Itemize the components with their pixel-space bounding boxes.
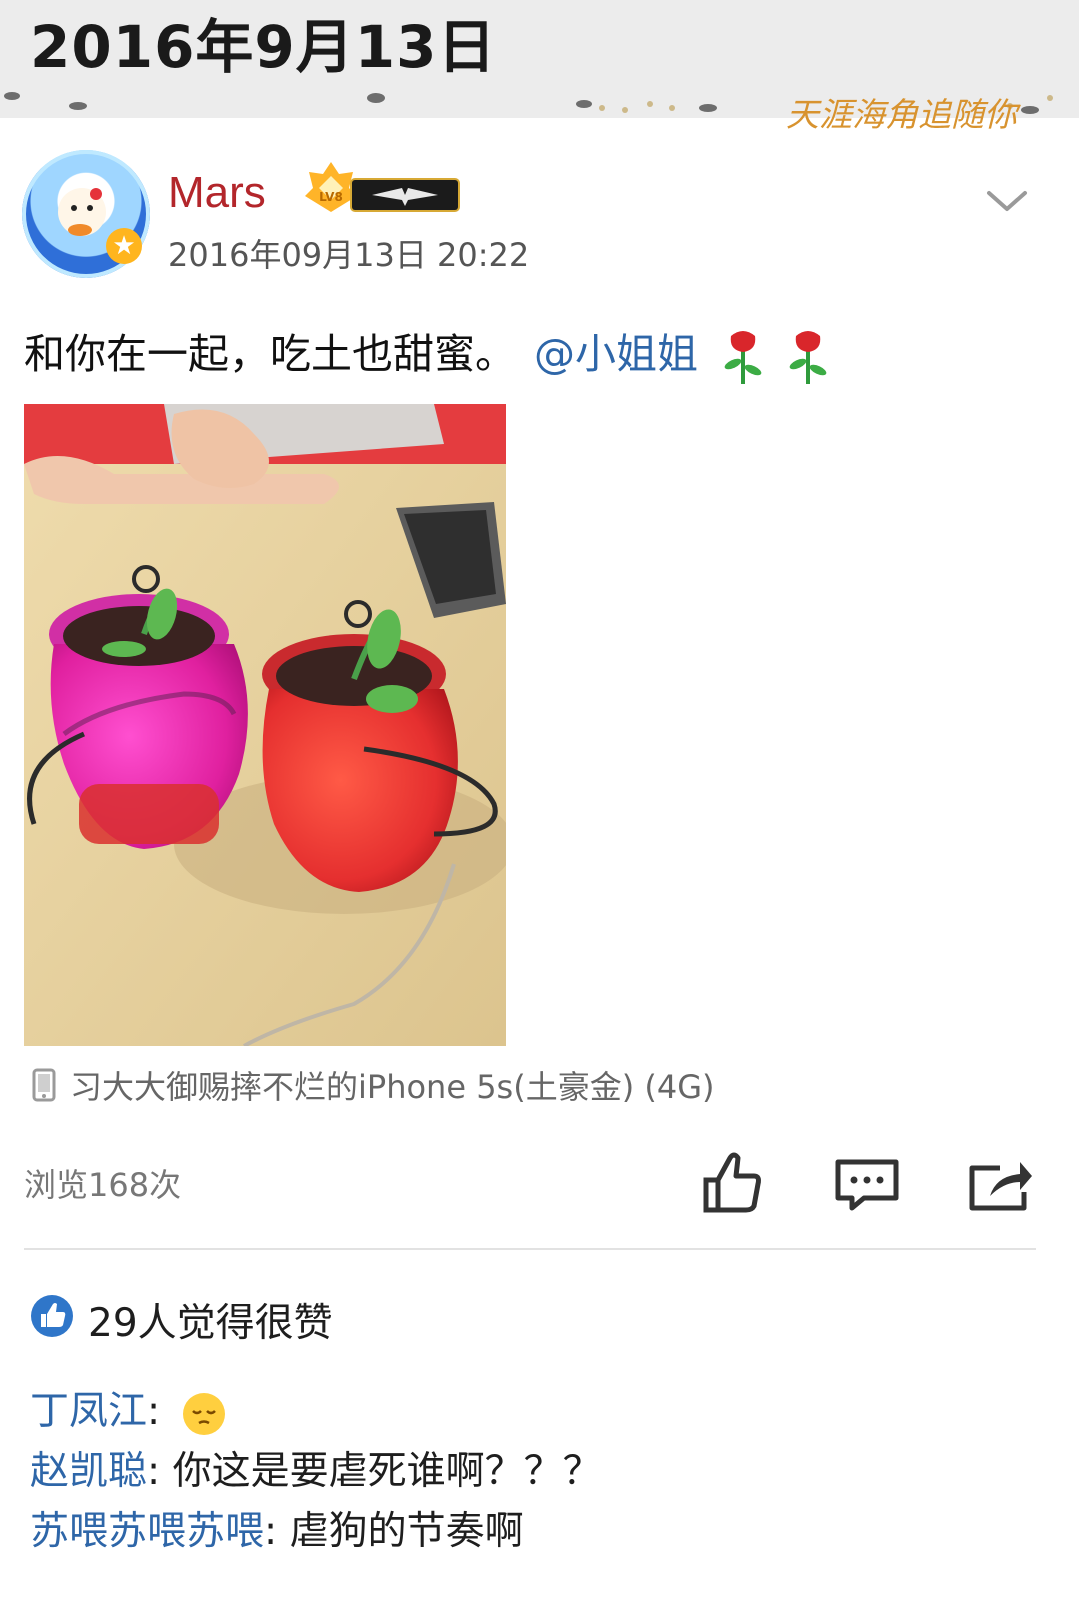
comment-separator: : bbox=[147, 1389, 173, 1434]
device-info: 习大大御赐摔不烂的iPhone 5s(土豪金) (4G) bbox=[70, 1068, 715, 1106]
date-banner: 2016年9月13日 天涯海角追随你 bbox=[0, 0, 1079, 134]
like-badge-icon bbox=[31, 1295, 73, 1337]
level-badge-label: LV8 bbox=[319, 190, 343, 204]
comment-separator: : bbox=[264, 1509, 290, 1554]
comment-text: 虐狗的节奏啊 bbox=[289, 1509, 524, 1554]
phone-device-icon bbox=[32, 1068, 56, 1102]
mention-link[interactable]: @小姐姐 bbox=[534, 330, 698, 378]
date-heading: 2016年9月13日 bbox=[30, 13, 497, 81]
pensive-face-icon bbox=[182, 1392, 225, 1435]
level-badge-icon: LV8 bbox=[305, 162, 357, 212]
comment-author[interactable]: 丁凤江 bbox=[30, 1389, 147, 1434]
post-text: 和你在一起，吃土也甜蜜。 bbox=[24, 330, 516, 378]
comment-item: 苏喂苏喂苏喂: 虐狗的节奏啊 bbox=[30, 1500, 524, 1556]
theme-tagline: 天涯海角追随你 bbox=[786, 95, 1017, 134]
rose-icon bbox=[724, 331, 762, 384]
like-count: 29人觉得很赞 bbox=[88, 1301, 333, 1346]
comment-author[interactable]: 赵凯聪 bbox=[30, 1449, 147, 1494]
post-photo[interactable] bbox=[24, 404, 506, 1046]
comment-icon[interactable] bbox=[834, 1158, 900, 1212]
wing-badge-icon bbox=[352, 180, 458, 210]
post-timestamp: 2016年09月13日 20:22 bbox=[168, 236, 530, 274]
avatar[interactable]: ★ bbox=[22, 150, 150, 278]
comment-author[interactable]: 苏喂苏喂苏喂 bbox=[30, 1509, 264, 1554]
username[interactable]: Mars bbox=[168, 168, 266, 218]
comment-item: 丁凤江: bbox=[30, 1380, 225, 1436]
thumbs-up-icon[interactable] bbox=[700, 1150, 762, 1214]
divider bbox=[24, 1248, 1036, 1250]
star-badge-icon: ★ bbox=[106, 228, 142, 264]
share-icon[interactable] bbox=[968, 1156, 1034, 1212]
comment-text: 你这是要虐死谁啊？？？ bbox=[172, 1449, 602, 1494]
comment-item: 赵凯聪: 你这是要虐死谁啊？？？ bbox=[30, 1440, 602, 1496]
chevron-down-icon[interactable] bbox=[985, 185, 1029, 215]
post-body: 和你在一起，吃土也甜蜜。 @小姐姐 bbox=[24, 320, 828, 386]
view-count: 浏览168次 bbox=[24, 1166, 182, 1204]
comment-separator: : bbox=[147, 1449, 173, 1494]
rose-icon bbox=[789, 331, 827, 384]
